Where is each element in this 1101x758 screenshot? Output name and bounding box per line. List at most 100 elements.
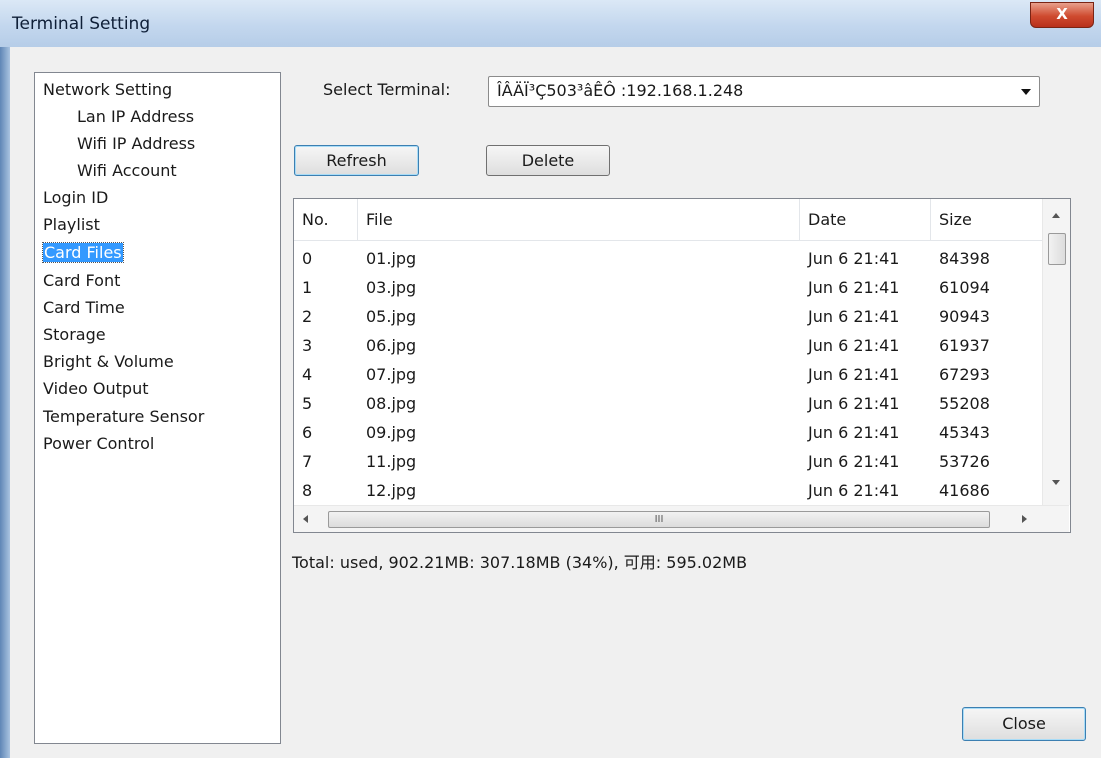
nav-item-label: Power Control: [43, 434, 155, 453]
cell-file: 11.jpg: [366, 452, 417, 471]
cell-file: 05.jpg: [366, 307, 417, 326]
cell-file: 08.jpg: [366, 394, 417, 413]
nav-item-label: Bright & Volume: [43, 352, 174, 371]
table-row[interactable]: 1 03.jpg Jun 6 21:41 61094: [294, 273, 1042, 302]
cell-file: 06.jpg: [366, 336, 417, 355]
nav-item-power-control[interactable]: Power Control: [43, 433, 154, 455]
cell-size: 45343: [939, 423, 990, 442]
nav-item-label: Playlist: [43, 215, 100, 234]
cell-no: 4: [302, 365, 313, 384]
vertical-scrollbar[interactable]: [1042, 199, 1070, 505]
nav-item-label: Video Output: [43, 379, 149, 398]
nav-item-label: Login ID: [43, 188, 109, 207]
window-title: Terminal Setting: [12, 14, 151, 34]
table-row[interactable]: 5 08.jpg Jun 6 21:41 55208: [294, 389, 1042, 418]
cell-size: 41686: [939, 481, 990, 500]
horizontal-scrollbar[interactable]: III: [294, 505, 1069, 532]
nav-item-wifi-account[interactable]: Wifi Account: [77, 160, 177, 182]
table-row[interactable]: 4 07.jpg Jun 6 21:41 67293: [294, 360, 1042, 389]
nav-item-label: Card Font: [43, 271, 121, 290]
cell-date: Jun 6 21:41: [808, 452, 900, 471]
nav-item-card-time[interactable]: Card Time: [43, 297, 125, 319]
nav-item-video-output[interactable]: Video Output: [43, 378, 149, 400]
nav-item-card-font[interactable]: Card Font: [43, 270, 120, 292]
dialog-body: Network Setting Lan IP Address Wifi IP A…: [10, 47, 1101, 758]
nav-item-label: Wifi IP Address: [77, 134, 196, 153]
cell-no: 6: [302, 423, 313, 442]
cell-no: 0: [302, 249, 313, 268]
nav-item-label: Wifi Account: [77, 161, 177, 180]
select-terminal-label: Select Terminal:: [323, 80, 451, 99]
nav-item-label: Card Files: [42, 242, 124, 263]
close-button[interactable]: Close: [962, 707, 1086, 741]
nav-item-storage[interactable]: Storage: [43, 324, 106, 346]
nav-item-label: Network Setting: [43, 80, 173, 99]
nav-item-label: Lan IP Address: [77, 107, 195, 126]
window-close-button[interactable]: X: [1030, 2, 1094, 28]
scroll-down-arrow-icon[interactable]: [1052, 480, 1060, 485]
column-header-size[interactable]: Size: [931, 199, 1042, 240]
column-header-date[interactable]: Date: [800, 199, 931, 240]
window-frame-left: [0, 0, 10, 758]
cell-no: 3: [302, 336, 313, 355]
table-row[interactable]: 6 09.jpg Jun 6 21:41 45343: [294, 418, 1042, 447]
scroll-up-arrow-icon[interactable]: [1052, 213, 1060, 218]
storage-summary: Total: used, 902.21MB: 307.18MB (34%), 可…: [292, 553, 748, 572]
nav-item-label: Card Time: [43, 298, 125, 317]
nav-item-temperature-sensor[interactable]: Temperature Sensor: [43, 406, 204, 428]
vertical-scroll-thumb[interactable]: [1048, 233, 1066, 265]
terminal-select-value: ÎÂÄÏ³Ç503³âÊÔ :192.168.1.248: [497, 81, 744, 100]
title-bar[interactable]: Terminal Setting X: [0, 0, 1101, 47]
delete-button[interactable]: Delete: [486, 145, 610, 176]
nav-item-network-setting[interactable]: Network Setting: [43, 79, 172, 101]
cell-file: 07.jpg: [366, 365, 417, 384]
scroll-right-arrow-icon[interactable]: [1022, 515, 1027, 523]
cell-size: 53726: [939, 452, 990, 471]
cell-date: Jun 6 21:41: [808, 336, 900, 355]
cell-date: Jun 6 21:41: [808, 365, 900, 384]
table-row[interactable]: 3 06.jpg Jun 6 21:41 61937: [294, 331, 1042, 360]
cell-no: 7: [302, 452, 313, 471]
nav-item-card-files[interactable]: Card Files: [42, 242, 124, 264]
cell-size: 84398: [939, 249, 990, 268]
cell-date: Jun 6 21:41: [808, 278, 900, 297]
list-header: No. File Date Size: [294, 199, 1042, 241]
cell-file: 12.jpg: [366, 481, 417, 500]
nav-item-bright-volume[interactable]: Bright & Volume: [43, 351, 174, 373]
cell-date: Jun 6 21:41: [808, 394, 900, 413]
column-header-file[interactable]: File: [358, 199, 800, 240]
cell-file: 03.jpg: [366, 278, 417, 297]
cell-date: Jun 6 21:41: [808, 249, 900, 268]
table-row[interactable]: 0 01.jpg Jun 6 21:41 84398: [294, 244, 1042, 273]
cell-file: 01.jpg: [366, 249, 417, 268]
nav-item-playlist[interactable]: Playlist: [43, 214, 100, 236]
table-row[interactable]: 7 11.jpg Jun 6 21:41 53726: [294, 447, 1042, 476]
table-row[interactable]: 2 05.jpg Jun 6 21:41 90943: [294, 302, 1042, 331]
cell-no: 5: [302, 394, 313, 413]
cell-date: Jun 6 21:41: [808, 481, 900, 500]
cell-date: Jun 6 21:41: [808, 307, 900, 326]
cell-size: 90943: [939, 307, 990, 326]
nav-item-lan-ip-address[interactable]: Lan IP Address: [77, 106, 194, 128]
cell-size: 61094: [939, 278, 990, 297]
nav-item-wifi-ip-address[interactable]: Wifi IP Address: [77, 133, 195, 155]
nav-item-login-id[interactable]: Login ID: [43, 187, 108, 209]
scroll-left-arrow-icon[interactable]: [303, 515, 308, 523]
nav-item-label: Storage: [43, 325, 106, 344]
cell-file: 09.jpg: [366, 423, 417, 442]
column-header-no[interactable]: No.: [294, 199, 358, 240]
cell-no: 1: [302, 278, 313, 297]
file-list[interactable]: No. File Date Size 0 01.jpg Jun 6 21:41 …: [293, 198, 1071, 533]
settings-nav-tree[interactable]: Network Setting Lan IP Address Wifi IP A…: [34, 72, 281, 744]
cell-no: 2: [302, 307, 313, 326]
horizontal-scroll-thumb[interactable]: III: [328, 511, 990, 528]
terminal-select[interactable]: ÎÂÄÏ³Ç503³âÊÔ :192.168.1.248: [488, 76, 1040, 107]
chevron-down-icon[interactable]: [1021, 89, 1031, 95]
nav-item-label: Temperature Sensor: [43, 407, 205, 426]
cell-size: 67293: [939, 365, 990, 384]
table-row[interactable]: 8 12.jpg Jun 6 21:41 41686: [294, 476, 1042, 505]
cell-no: 8: [302, 481, 313, 500]
cell-size: 55208: [939, 394, 990, 413]
cell-date: Jun 6 21:41: [808, 423, 900, 442]
refresh-button[interactable]: Refresh: [294, 145, 419, 176]
